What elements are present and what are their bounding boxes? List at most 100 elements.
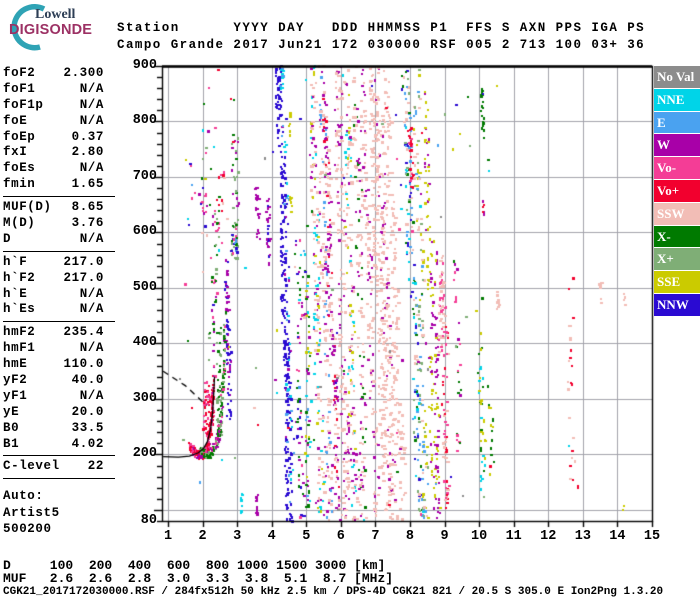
legend-item-noval: No Val <box>654 66 700 88</box>
param-value: N/A <box>79 161 104 176</box>
param-value: 33.5 <box>71 420 104 435</box>
x-tick-label: 1 <box>163 529 173 544</box>
param-row: h`Es N/A <box>3 302 104 318</box>
x-tick-label: 8 <box>405 529 415 544</box>
param-label: hmE <box>3 357 28 372</box>
param-value: N/A <box>79 81 104 96</box>
x-tick-label: 13 <box>574 529 591 544</box>
param-value: 3.76 <box>71 216 104 231</box>
x-tick-label: 10 <box>471 529 488 544</box>
autoscaling-info-line: Artist5 <box>3 505 60 520</box>
y-tick-label: 300 <box>132 390 157 406</box>
param-value: N/A <box>79 97 104 112</box>
param-row: yF2 40.0 <box>3 373 104 389</box>
param-value: 22 <box>87 459 104 474</box>
y-tick-label: 900 <box>132 57 157 73</box>
lowell-digisonde-logo: Lowell DIGISONDE <box>2 2 114 51</box>
param-row: fmin 1.65 <box>3 177 104 193</box>
param-row: M(D) 3.76 <box>3 216 104 232</box>
param-row: foF2 2.300 <box>3 66 104 82</box>
legend-item-x-: X- <box>654 225 700 248</box>
direction-color-legend: No Val NNE E W Vo- Vo+ SSW X- X+ SSE NNW <box>654 66 700 317</box>
x-tick-label: 9 <box>440 529 449 544</box>
param-label: yF1 <box>3 388 28 403</box>
param-label: D <box>3 231 12 246</box>
param-row: MUF(D) 8.65 <box>3 200 104 216</box>
param-value: 235.4 <box>63 325 104 340</box>
param-label: foEp <box>3 129 36 144</box>
header-station-values: Campo Grande 2017 Jun21 172 030000 RSF 0… <box>117 38 646 52</box>
param-row: fxI 2.80 <box>3 145 104 161</box>
param-label: foE <box>3 113 28 128</box>
param-label: hmF2 <box>3 325 36 340</box>
legend-item-x+: X+ <box>654 248 700 271</box>
y-tick-label: 400 <box>132 335 157 351</box>
legend-item-nnw: NNW <box>654 293 700 316</box>
logo-digisonde-text: DIGISONDE <box>9 22 93 38</box>
param-label: fmin <box>3 177 36 192</box>
param-group-divider <box>3 250 115 252</box>
param-label: MUF(D) <box>3 200 52 215</box>
param-value: N/A <box>79 341 104 356</box>
header-column-titles: Station YYYY DAY DDD HHMMSS P1 FFS S AXN… <box>117 21 646 35</box>
y-tick-label: 80 <box>140 513 157 528</box>
param-group-divider <box>3 196 115 198</box>
y-tick-label: 700 <box>132 168 157 184</box>
param-value: 40.0 <box>71 373 104 388</box>
legend-item-e: E <box>654 111 700 134</box>
x-tick-label: 6 <box>336 529 345 544</box>
x-tick-label: 11 <box>505 529 522 544</box>
autoscaling-info-line: Auto: <box>3 489 44 504</box>
param-value: 2.80 <box>71 145 104 160</box>
param-row: foE N/A <box>3 114 104 130</box>
param-label: C-level <box>3 459 60 474</box>
param-row: C-level 22 <box>3 459 104 475</box>
x-tick-label: 3 <box>233 529 242 544</box>
param-value: 0.37 <box>71 129 104 144</box>
param-label: B1 <box>3 436 20 451</box>
param-label: h`F2 <box>3 270 36 285</box>
param-row: h`E N/A <box>3 287 104 303</box>
legend-item-sse: SSE <box>654 271 700 293</box>
param-row: hmE 110.0 <box>3 357 104 373</box>
x-tick-label: 14 <box>609 529 626 544</box>
param-row: h`F2 217.0 <box>3 271 104 287</box>
y-tick-label: 500 <box>132 279 157 295</box>
param-value: 217.0 <box>63 254 104 269</box>
param-row: foF1 N/A <box>3 82 104 98</box>
legend-item-vo+: Vo+ <box>654 179 700 202</box>
param-row: foF1p N/A <box>3 98 104 114</box>
muf-scale-row: MUF 2.6 2.6 2.8 3.0 3.3 3.8 5.1 8.7 [MHz… <box>3 571 394 586</box>
param-label: M(D) <box>3 216 36 231</box>
param-row: B0 33.5 <box>3 421 104 437</box>
param-label: fxI <box>3 145 28 160</box>
param-row: h`F 217.0 <box>3 255 104 271</box>
y-tick-label: 200 <box>132 446 157 462</box>
x-tick-label: 15 <box>643 529 661 544</box>
x-tick-label: 2 <box>198 529 207 544</box>
param-group-divider <box>3 478 115 480</box>
param-label: foF1p <box>3 97 44 112</box>
logo-lowell-text: Lowell <box>35 7 76 22</box>
param-label: h`F <box>3 254 28 269</box>
param-label: foF2 <box>3 66 36 80</box>
autoscaling-info: Auto: Artist5 500200 <box>3 488 117 538</box>
param-row: yF1 N/A <box>3 389 104 405</box>
param-group-divider <box>3 455 115 457</box>
x-tick-label: 5 <box>302 529 311 544</box>
param-value: N/A <box>79 231 104 246</box>
param-label: B0 <box>3 420 20 435</box>
param-value: 110.0 <box>63 357 104 372</box>
status-line: CGK21_2017172030000.RSF / 284fx512h 50 k… <box>3 586 664 598</box>
param-row: yE 20.0 <box>3 405 104 421</box>
legend-item-vo-: Vo- <box>654 157 700 179</box>
x-tick-label: 12 <box>540 529 557 544</box>
ionogram-page: Lowell DIGISONDE Station YYYY DAY DDD HH… <box>0 0 700 600</box>
param-row: hmF1 N/A <box>3 341 104 357</box>
autoscaling-info-line: 500200 <box>3 522 52 537</box>
y-tick-label: 800 <box>132 113 157 129</box>
param-row: foEs N/A <box>3 161 104 177</box>
param-value: 8.65 <box>71 200 104 215</box>
param-label: h`Es <box>3 302 36 317</box>
legend-item-nne: NNE <box>654 88 700 111</box>
